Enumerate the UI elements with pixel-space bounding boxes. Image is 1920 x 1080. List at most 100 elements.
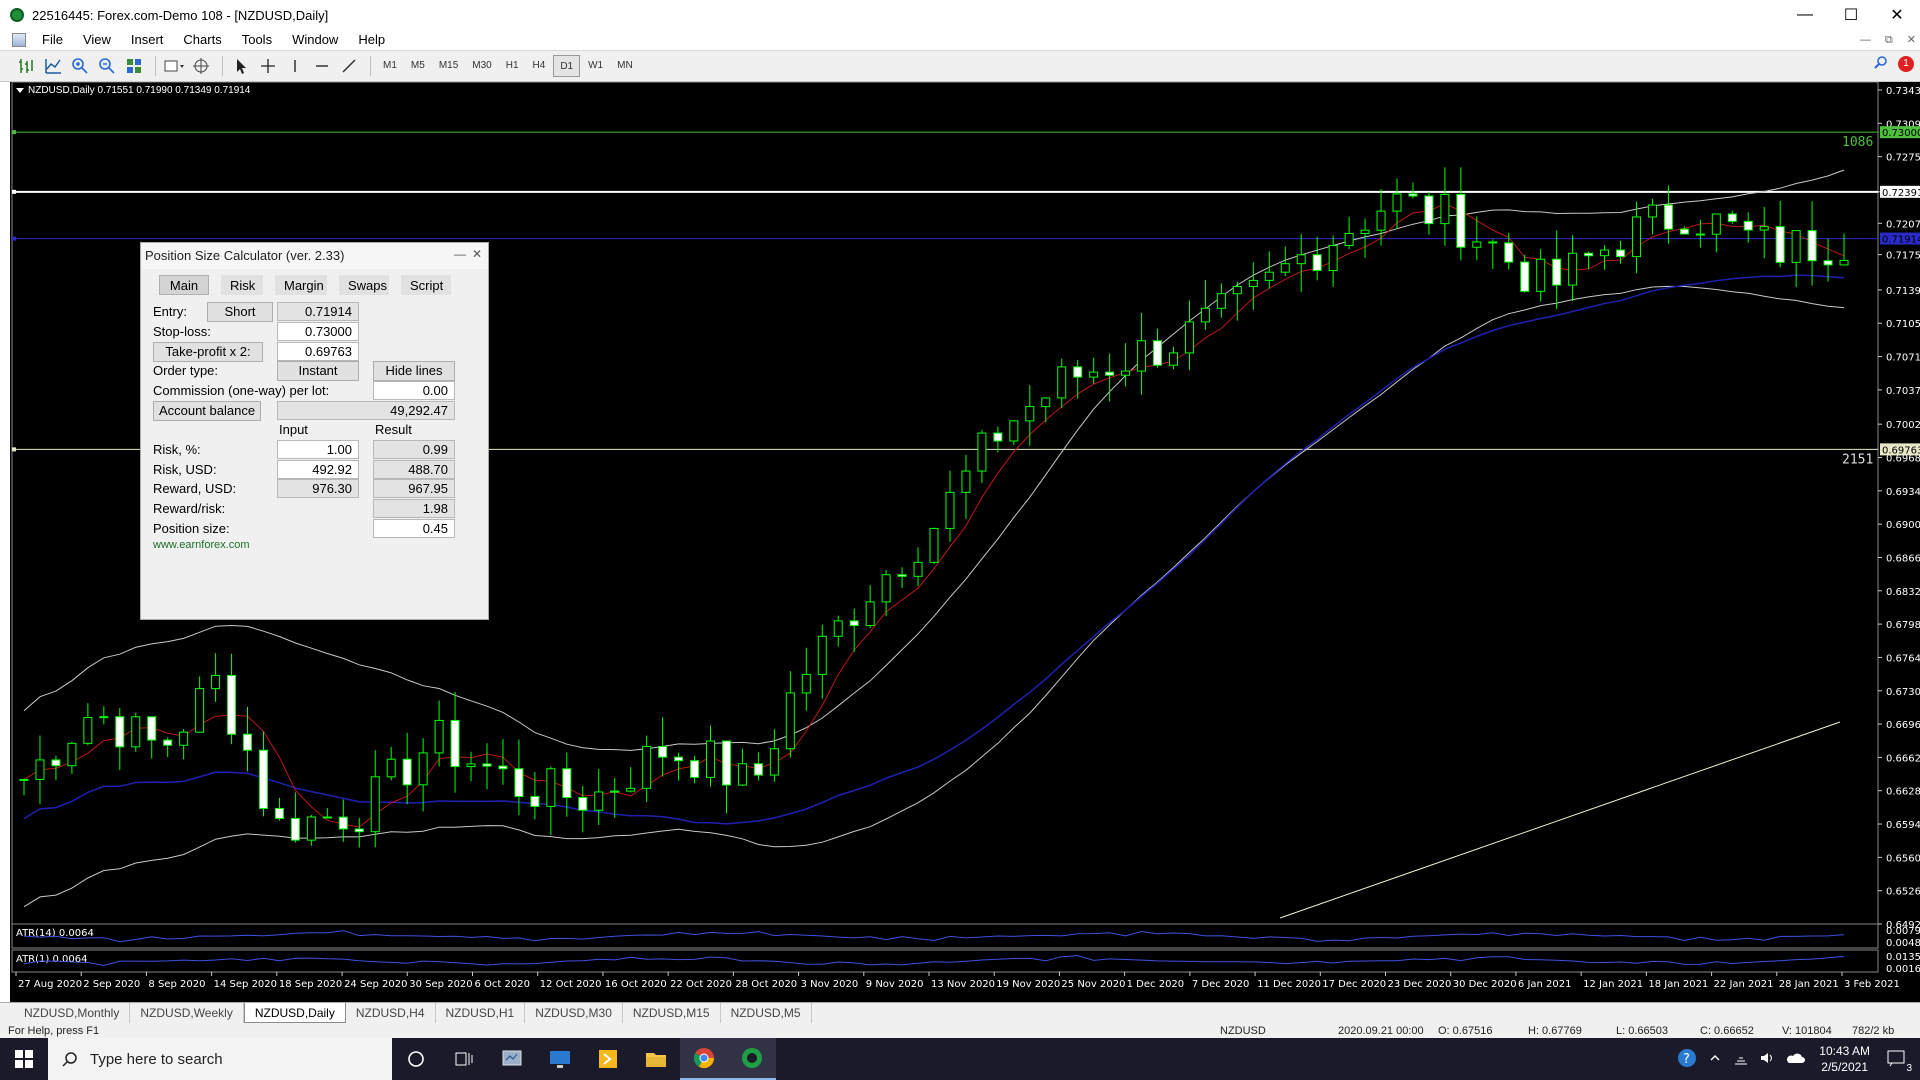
status-open: O: 0.67516 <box>1438 1025 1493 1037</box>
bullish-candle <box>737 763 747 786</box>
earnforex-link[interactable]: www.earnforex.com <box>153 539 250 551</box>
tile-windows-icon[interactable] <box>122 54 146 78</box>
document-window-icon[interactable] <box>12 33 26 47</box>
clock-time: 10:43 AM <box>1819 1044 1870 1058</box>
date-tick-label: 25 Nov 2020 <box>1061 979 1125 990</box>
templates-icon[interactable] <box>162 54 186 78</box>
file-explorer-icon[interactable] <box>632 1038 680 1080</box>
taskbar-search[interactable]: Type here to search <box>48 1038 392 1080</box>
hide-lines-button[interactable]: Hide lines <box>373 361 455 381</box>
sticky-app-icon[interactable] <box>584 1038 632 1080</box>
tab-nzdusd-m30[interactable]: NZDUSD,M30 <box>525 1003 623 1023</box>
alerts-badge[interactable]: 1 <box>1898 55 1914 72</box>
menu-window[interactable]: Window <box>282 30 348 50</box>
tab-main[interactable]: Main <box>159 275 209 295</box>
terminal-app-icon[interactable] <box>488 1038 536 1080</box>
date-tick-label: 30 Sep 2020 <box>409 979 472 990</box>
panel-close-icon[interactable]: ✕ <box>472 247 482 261</box>
tab-script[interactable]: Script <box>401 275 451 295</box>
cortana-icon[interactable] <box>392 1038 440 1080</box>
risk-percent-input[interactable]: 1.00 <box>277 440 359 459</box>
zoom-out-icon[interactable] <box>95 54 119 78</box>
trendline-icon[interactable] <box>337 54 361 78</box>
chrome-icon[interactable] <box>680 1038 728 1080</box>
help-icon[interactable]: ? <box>1677 1048 1697 1071</box>
tab-margin[interactable]: Margin <box>275 275 327 295</box>
bar-chart-icon[interactable] <box>14 54 38 78</box>
bullish-candle <box>1216 293 1226 309</box>
order-type-button[interactable]: Instant <box>277 361 359 381</box>
timeframe-mn[interactable]: MN <box>611 55 639 77</box>
timeframe-m5[interactable]: M5 <box>405 55 431 77</box>
bearish-candle <box>1727 213 1737 222</box>
horizontal-line-icon[interactable] <box>310 54 334 78</box>
zoom-in-icon[interactable] <box>68 54 92 78</box>
tab-nzdusd-daily[interactable]: NZDUSD,Daily <box>243 1003 346 1023</box>
take-profit-field[interactable]: 0.69763 <box>277 342 359 361</box>
collapse-triangle-icon[interactable] <box>16 87 24 93</box>
crosshair-target-icon[interactable] <box>189 54 213 78</box>
stop-loss-field[interactable]: 0.73000 <box>277 322 359 341</box>
chevron-up-icon[interactable] <box>1709 1052 1721 1067</box>
timeframe-m30[interactable]: M30 <box>466 55 497 77</box>
onedrive-icon[interactable] <box>1785 1051 1806 1068</box>
timeframe-d1[interactable]: D1 <box>553 55 581 77</box>
minimize-button[interactable]: — <box>1782 0 1828 30</box>
menu-charts[interactable]: Charts <box>173 30 231 50</box>
line-chart-icon[interactable] <box>41 54 65 78</box>
position-size-result[interactable]: 0.45 <box>373 519 455 538</box>
volume-icon[interactable] <box>1759 1051 1775 1068</box>
take-profit-line-handle <box>12 130 16 135</box>
direction-button[interactable]: Short <box>207 302 273 322</box>
crosshair-icon[interactable] <box>256 54 280 78</box>
start-button[interactable] <box>0 1038 48 1080</box>
commission-field[interactable]: 0.00 <box>373 381 455 400</box>
tab-nzdusd-m15[interactable]: NZDUSD,M15 <box>623 1003 721 1023</box>
menu-tools[interactable]: Tools <box>232 30 282 50</box>
entry-field[interactable]: 0.71914 <box>277 302 359 321</box>
tab-risk[interactable]: Risk <box>221 275 263 295</box>
tab-nzdusd-h4[interactable]: NZDUSD,H4 <box>346 1003 436 1023</box>
search-icon[interactable] <box>1874 55 1888 72</box>
maximize-button[interactable]: ☐ <box>1828 0 1874 30</box>
timeframe-w1[interactable]: W1 <box>582 55 609 77</box>
tab-nzdusd-m5[interactable]: NZDUSD,M5 <box>721 1003 812 1023</box>
cursor-icon[interactable] <box>229 54 253 78</box>
risk-usd-input[interactable]: 492.92 <box>277 460 359 479</box>
bearish-candle <box>1408 193 1418 197</box>
timeframe-m1[interactable]: M1 <box>377 55 403 77</box>
timeframe-h4[interactable]: H4 <box>527 55 552 77</box>
bearish-candle <box>1823 260 1833 266</box>
clock[interactable]: 10:43 AM 2/5/2021 <box>1819 1043 1870 1075</box>
remote-desktop-icon[interactable] <box>536 1038 584 1080</box>
panel-title[interactable]: Position Size Calculator (ver. 2.33) <box>141 243 488 269</box>
menu-file[interactable]: File <box>32 30 73 50</box>
panel-minimize-icon[interactable]: — <box>454 247 466 261</box>
bullish-candle <box>1280 263 1290 273</box>
timeframe-m15[interactable]: M15 <box>433 55 464 77</box>
close-button[interactable]: ✕ <box>1874 0 1920 30</box>
reward-usd-input: 976.30 <box>277 479 359 498</box>
child-close-icon[interactable]: ✕ <box>1907 30 1916 50</box>
bearish-candle <box>514 768 524 797</box>
child-restore-icon[interactable]: ⧉ <box>1885 30 1893 50</box>
take-profit-button[interactable]: Take-profit x 2: <box>153 342 263 362</box>
account-balance-button[interactable]: Account balance <box>153 401 261 421</box>
menu-help[interactable]: Help <box>348 30 395 50</box>
menu-insert[interactable]: Insert <box>121 30 174 50</box>
menu-view[interactable]: View <box>73 30 121 50</box>
forex-terminal-icon[interactable] <box>728 1038 776 1080</box>
child-minimize-icon[interactable]: — <box>1860 30 1871 50</box>
network-icon[interactable] <box>1733 1051 1749 1068</box>
chart-window[interactable]: 0.734300.730900.727500.723910.720700.717… <box>10 82 1920 1002</box>
notifications-icon[interactable]: 3 <box>1886 1049 1912 1074</box>
tab-swaps[interactable]: Swaps <box>339 275 389 295</box>
tab-nzdusd-monthly[interactable]: NZDUSD,Monthly <box>14 1003 131 1023</box>
timeframe-h1[interactable]: H1 <box>500 55 525 77</box>
tab-nzdusd-h1[interactable]: NZDUSD,H1 <box>436 1003 526 1023</box>
task-view-icon[interactable] <box>440 1038 488 1080</box>
price-tick-label: 0.67300 <box>1886 687 1920 698</box>
vertical-line-icon[interactable] <box>283 54 307 78</box>
tab-nzdusd-weekly[interactable]: NZDUSD,Weekly <box>130 1003 244 1023</box>
status-close: C: 0.66652 <box>1700 1025 1754 1037</box>
